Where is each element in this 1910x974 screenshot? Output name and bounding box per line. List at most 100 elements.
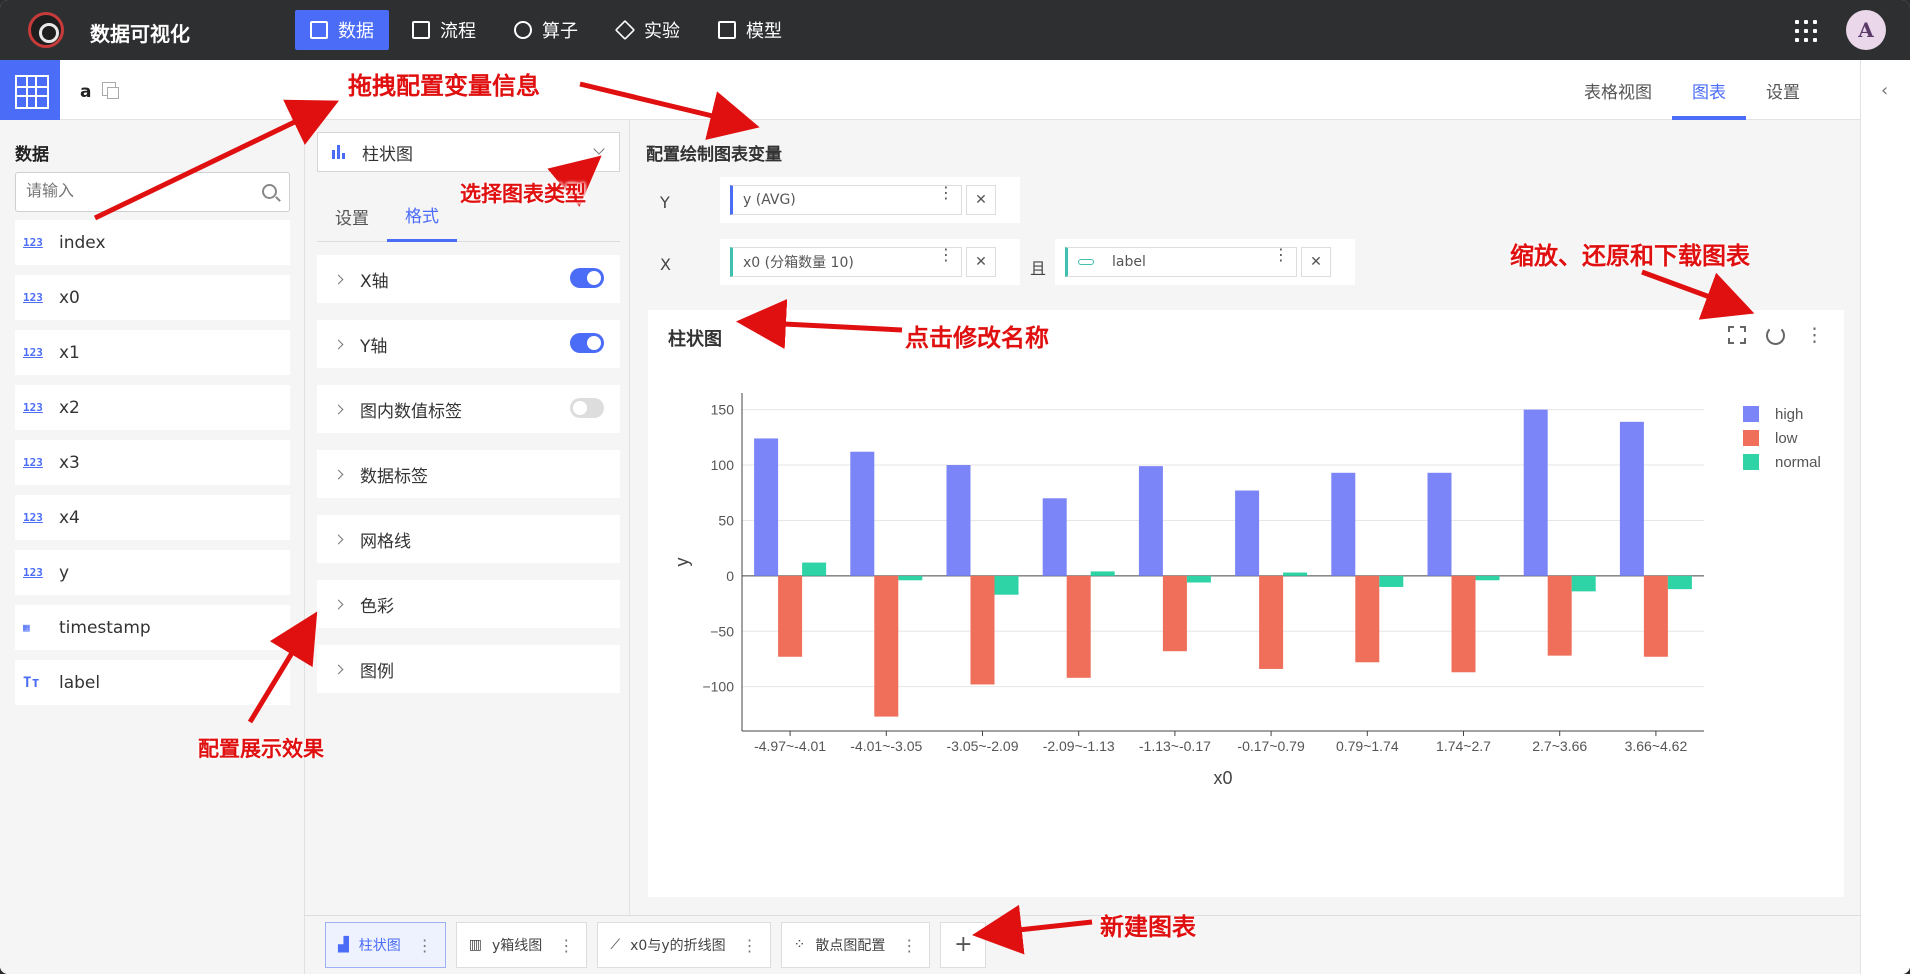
value-labels-toggle[interactable] — [570, 398, 604, 418]
bar-high — [1523, 409, 1548, 576]
field-item[interactable]: 123 y — [15, 550, 290, 595]
y-tick-label: 150 — [711, 402, 735, 418]
y-tick-label: 100 — [711, 457, 735, 473]
nav-model[interactable]: 模型 — [703, 10, 797, 50]
chevron-down-icon — [593, 143, 605, 155]
group-variable-chip[interactable]: label — [1065, 247, 1297, 277]
option-y-axis[interactable]: Y轴 — [317, 320, 620, 368]
chevron-right-icon — [333, 599, 344, 609]
search-input[interactable] — [16, 173, 246, 211]
option-gridlines[interactable]: 网格线 — [317, 515, 620, 563]
chart-tab[interactable]: ▟ 柱状图 ⋮ — [325, 922, 446, 968]
more-icon[interactable]: ⋮ — [938, 183, 954, 202]
nav-flow[interactable]: 流程 — [397, 10, 491, 50]
more-icon[interactable]: ⋮ — [938, 245, 954, 264]
more-icon[interactable]: ⋮ — [1273, 245, 1289, 264]
field-name: timestamp — [59, 617, 151, 638]
bar-normal — [1090, 571, 1115, 576]
option-legend[interactable]: 图例 — [317, 645, 620, 693]
field-item[interactable]: 123 x0 — [15, 275, 290, 320]
bar-normal — [1283, 572, 1308, 576]
remove-y-button[interactable]: ✕ — [966, 185, 996, 215]
more-icon[interactable]: ⋮ — [558, 936, 574, 955]
bar-high — [1331, 472, 1356, 576]
copy-icon[interactable] — [102, 82, 119, 99]
nav-operator[interactable]: 算子 — [499, 10, 593, 50]
chart-tab[interactable]: ⟋ x0与y的折线图 ⋮ — [597, 922, 771, 968]
field-name: x3 — [59, 452, 80, 473]
tab-settings[interactable]: 设置 — [1746, 60, 1820, 120]
tab-chart[interactable]: 图表 — [1672, 60, 1746, 120]
chart-tab[interactable]: ⁘ 散点图配置 ⋮ — [780, 922, 931, 968]
group-variable-value: label — [1112, 254, 1146, 270]
search-icon[interactable] — [262, 184, 277, 199]
avatar[interactable]: A — [1846, 10, 1886, 50]
field-item[interactable]: 123 x3 — [15, 440, 290, 485]
panel-title: 数据 — [15, 145, 49, 165]
legend-swatch-low — [1743, 430, 1759, 446]
tab-table-view[interactable]: 表格视图 — [1564, 60, 1672, 120]
bar-high — [850, 451, 875, 576]
nav-label: 算子 — [542, 21, 578, 42]
remove-x-button[interactable]: ✕ — [966, 247, 996, 277]
bar-low — [1355, 575, 1380, 663]
field-item[interactable]: 123 x2 — [15, 385, 290, 430]
chart-type-value: 柱状图 — [362, 144, 413, 165]
field-item[interactable]: 123 x1 — [15, 330, 290, 375]
chart-tab-label: y箱线图 — [492, 938, 543, 954]
field-item[interactable]: 123 x4 — [15, 495, 290, 540]
app-title: 数据可视化 — [90, 22, 190, 46]
apps-grid-icon[interactable] — [1795, 20, 1817, 42]
tab-config-settings[interactable]: 设置 — [317, 190, 387, 242]
y-tick-label: 0 — [726, 568, 734, 584]
chart-tab[interactable]: ▥ y箱线图 ⋮ — [455, 922, 588, 968]
y-axis-toggle[interactable] — [570, 333, 604, 353]
dataset-header: a 表格视图 图表 设置 — [0, 60, 1860, 120]
x-variable-chip[interactable]: x0 (分箱数量 10) — [730, 247, 962, 277]
field-item[interactable]: 123 index — [15, 220, 290, 265]
chart-config-panel: 柱状图 设置 格式 X轴 Y轴 图内数值标签 数据标签 网格线 色彩 图例 — [305, 120, 630, 915]
x-axis-toggle[interactable] — [570, 268, 604, 288]
option-data-labels[interactable]: 数据标签 — [317, 450, 620, 498]
add-chart-button[interactable]: + — [940, 922, 987, 968]
top-navbar: 数据可视化 数据 流程 算子 实验 模型 A — [0, 0, 1910, 60]
chevron-left-icon[interactable]: ‹ — [1881, 80, 1888, 101]
more-icon[interactable]: ⋮ — [901, 936, 917, 955]
chart-card: 柱状图 ⋮ 150 100 50 0 −50 −100 -4.97~-4.01 -4.01~-… — [648, 310, 1844, 897]
chevron-right-icon — [333, 469, 344, 479]
cube-icon — [614, 19, 636, 41]
main-nav: 数据 流程 算子 实验 模型 — [295, 10, 797, 50]
nav-experiment[interactable]: 实验 — [601, 10, 695, 50]
refresh-icon[interactable] — [1766, 325, 1785, 345]
remove-group-button[interactable]: ✕ — [1301, 247, 1331, 277]
option-colors[interactable]: 色彩 — [317, 580, 620, 628]
more-icon[interactable]: ⋮ — [417, 936, 433, 955]
chevron-right-icon — [333, 664, 344, 674]
more-icon[interactable]: ⋮ — [742, 936, 758, 955]
annotation-drag: 拖拽配置变量信息 — [348, 71, 540, 100]
more-icon[interactable]: ⋮ — [1805, 324, 1824, 346]
field-name: x1 — [59, 342, 80, 363]
y-variable-box: y (AVG) ⋮ ✕ — [720, 177, 1020, 223]
dataset-name[interactable]: a — [80, 82, 91, 102]
y-variable-chip[interactable]: y (AVG) — [730, 185, 962, 215]
option-x-axis[interactable]: X轴 — [317, 255, 620, 303]
chart-type-select[interactable]: 柱状图 — [317, 132, 620, 172]
x-tick-label: 3.66~4.62 — [1625, 738, 1688, 754]
field-item[interactable]: ▦ timestamp — [15, 605, 290, 650]
data-fields-panel: 数据 123 index 123 x0 123 x1 123 x2 123 x3 123 x… — [0, 120, 305, 974]
bar-high — [1138, 466, 1163, 576]
chevron-right-icon — [333, 534, 344, 544]
bar-chart: 150 100 50 0 −50 −100 -4.97~-4.01 -4.01~-3.05 -3… — [672, 393, 1821, 788]
expand-icon[interactable] — [1728, 326, 1746, 344]
x-tick-label: 1.74~2.7 — [1436, 738, 1491, 754]
option-label: X轴 — [360, 271, 389, 292]
bar-high — [1235, 490, 1260, 576]
x-tick-label: -0.17~0.79 — [1237, 738, 1305, 754]
option-value-labels[interactable]: 图内数值标签 — [317, 385, 620, 433]
field-item[interactable]: Tт label — [15, 660, 290, 705]
chart-title[interactable]: 柱状图 — [668, 325, 722, 351]
legend-swatch-normal — [1743, 454, 1759, 470]
nav-data[interactable]: 数据 — [295, 10, 389, 50]
tab-config-format[interactable]: 格式 — [387, 190, 457, 242]
